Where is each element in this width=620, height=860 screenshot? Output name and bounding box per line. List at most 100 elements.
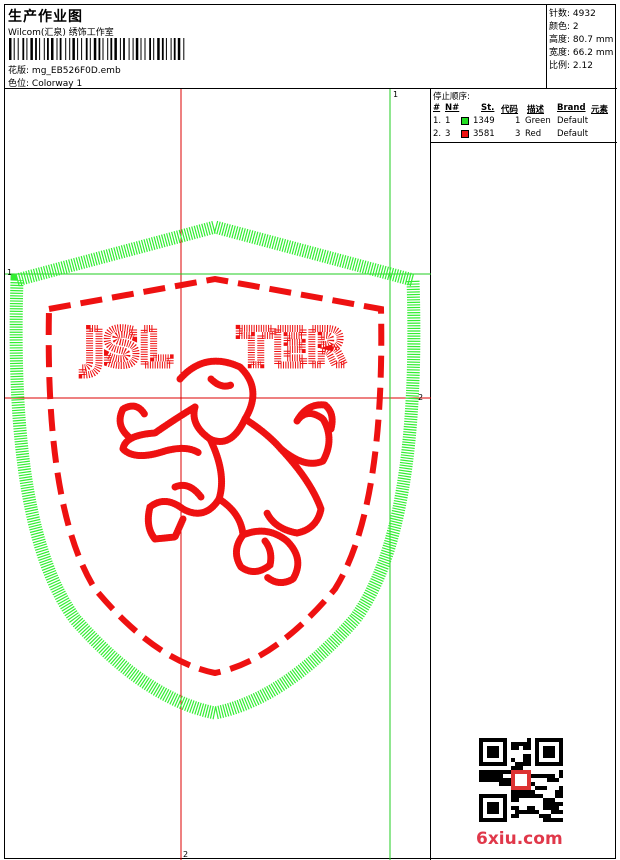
qr-module: [531, 790, 535, 794]
qr-module: [487, 770, 491, 774]
qr-module: [519, 810, 523, 814]
qr-module: [519, 742, 523, 746]
qr-module: [515, 742, 519, 746]
qr-module: [555, 818, 559, 822]
row-brand: Default: [557, 116, 589, 126]
shield-outline: [9, 220, 421, 720]
qr-module: [483, 774, 487, 778]
qr-module: [491, 774, 495, 778]
qr-module: [527, 810, 531, 814]
qr-module: [491, 770, 495, 774]
mark-right-red: 2: [418, 393, 423, 402]
barcode-bar: [165, 38, 167, 60]
qr-module: [499, 770, 503, 774]
stat-width: 宽度: 66.2 mm: [549, 45, 613, 58]
qr-module: [515, 766, 519, 770]
qr-module: [523, 746, 527, 750]
qr-module: [507, 782, 511, 786]
qr-module: [495, 778, 499, 782]
qr-module: [559, 818, 563, 822]
barcode-bar: [26, 38, 28, 60]
qr-module: [531, 806, 535, 810]
stop-row: 2. 3 3581 3 Red Default: [431, 129, 617, 141]
stat-width-value: 66.2 mm: [572, 48, 614, 58]
qr-module: [527, 762, 531, 766]
barcode-bar: [110, 38, 113, 60]
qr-module: [499, 778, 503, 782]
stop-row: 1. 1 1349 1 Green Default: [431, 116, 617, 128]
stat-colors-label: 颜色:: [549, 22, 571, 32]
qr-module: [535, 786, 539, 790]
qr-module: [547, 778, 551, 782]
qr-module: [511, 814, 515, 818]
qr-module: [523, 754, 527, 758]
qr-module: [539, 794, 543, 798]
qr-module: [479, 770, 483, 774]
qr-module: [479, 778, 483, 782]
row-needle: 3: [445, 129, 451, 139]
qr-module: [511, 766, 515, 770]
qr-module: [527, 754, 531, 758]
barcode-bar: [98, 38, 101, 60]
qr-module: [547, 818, 551, 822]
qr-module: [515, 794, 519, 798]
barcode-bar: [43, 38, 45, 60]
qr-module: [499, 782, 503, 786]
qr-module: [539, 786, 543, 790]
qr-module: [543, 774, 547, 778]
qr-module: [527, 794, 531, 798]
color-swatch: [461, 130, 469, 138]
barcode-bar: [177, 38, 181, 60]
qr-module: [559, 770, 563, 774]
qr-module: [479, 774, 483, 778]
qr-module: [543, 798, 547, 802]
qr-module: [535, 810, 539, 814]
barcode-bar: [135, 38, 139, 60]
row-stitches: 1349: [473, 116, 495, 126]
qr-module: [511, 758, 515, 762]
col-index: #: [433, 103, 441, 113]
software-subtitle: Wilcom(汇泉) 绣饰工作室: [8, 28, 114, 38]
qr-module: [539, 814, 543, 818]
mark-bottom-red: 2: [183, 850, 188, 859]
qr-module: [527, 742, 531, 746]
qr-module: [523, 794, 527, 798]
barcode-bar: [77, 38, 79, 60]
qr-module: [503, 770, 507, 774]
qr-module: [555, 802, 559, 806]
barcode-bar: [123, 38, 125, 60]
qr-module: [527, 806, 531, 810]
qr-module: [515, 762, 519, 766]
page-title: 生产作业图: [8, 9, 83, 25]
qr-module: [519, 766, 523, 770]
qr-module: [543, 746, 555, 758]
qr-module: [551, 810, 555, 814]
barcode-bar: [30, 38, 33, 60]
qr-module: [515, 798, 519, 802]
qr-module: [559, 786, 563, 790]
barcode-bar: [39, 38, 41, 60]
qr-module: [547, 802, 551, 806]
barcode-bar: [56, 38, 58, 60]
barcode-icon: [9, 38, 185, 60]
barcode-bar: [17, 38, 19, 60]
barcode-bar: [140, 38, 142, 60]
qr-module: [495, 774, 499, 778]
qr-module: [515, 774, 527, 786]
qr-module: [547, 774, 551, 778]
qr-module: [515, 814, 519, 818]
qr-module: [483, 778, 487, 782]
qr-module: [519, 790, 523, 794]
qr-module: [515, 810, 519, 814]
qr-module: [491, 778, 495, 782]
qr-module: [551, 806, 555, 810]
qr-module: [519, 794, 523, 798]
qr-module: [523, 742, 527, 746]
row-index: 2.: [433, 129, 442, 139]
barcode-bar: [149, 38, 151, 60]
qr-module: [543, 818, 547, 822]
qr-module: [535, 774, 539, 778]
qr-module: [515, 806, 519, 810]
qr-module: [527, 746, 531, 750]
qr-module: [559, 802, 563, 806]
